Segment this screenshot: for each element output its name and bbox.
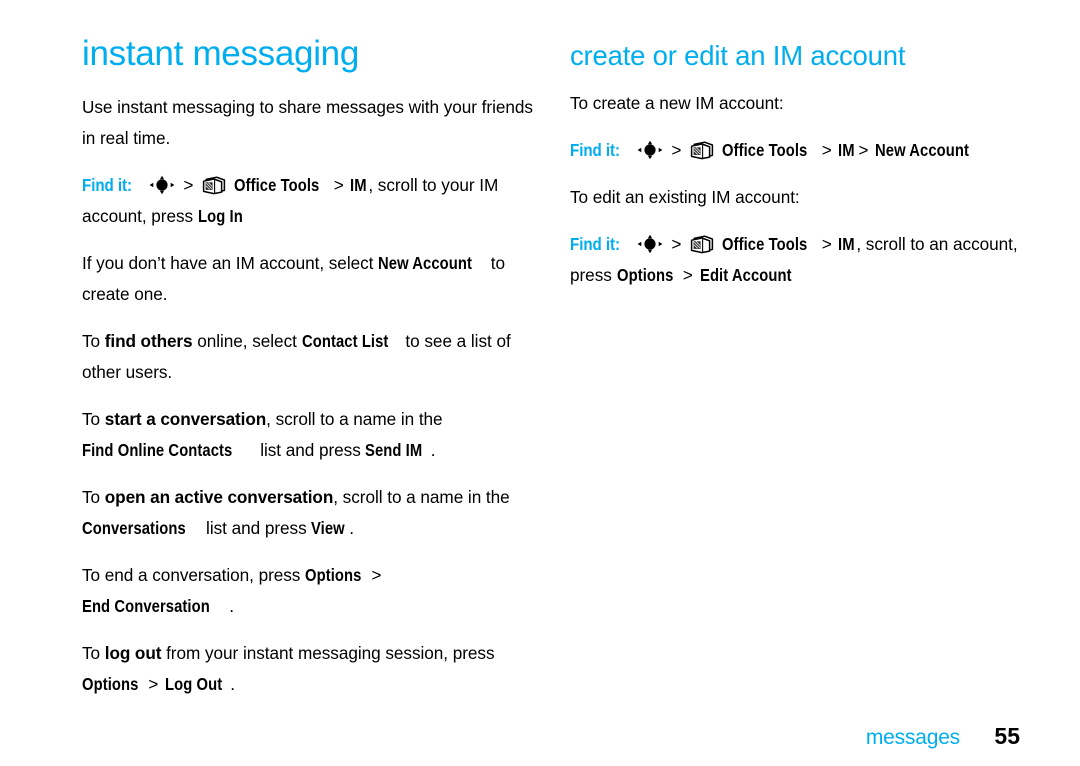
nav-key-icon [637, 234, 663, 254]
find-it-label: Find it: [570, 234, 621, 254]
body-text: . [349, 518, 354, 538]
breadcrumb-separator: > [821, 234, 832, 254]
nav-key-icon [637, 140, 663, 160]
ui-element-name: Find Online Contacts [82, 440, 233, 460]
ui-element-name: Log In [197, 206, 243, 226]
ui-element-name: Office Tools [721, 234, 808, 254]
body-text: To edit an existing IM account: [570, 187, 800, 207]
breadcrumb-separator: > [821, 140, 832, 160]
emphasis-text: find others [104, 331, 193, 351]
body-text: . [229, 596, 235, 616]
paragraph-find-it-login: Find it: > Office Tools > IM, scroll to y… [82, 170, 534, 232]
office-tools-icon [690, 140, 714, 160]
page-title: instant messaging [82, 34, 360, 73]
body-text: list and press [255, 440, 366, 460]
emphasis-text: log out [104, 643, 162, 663]
body-text: To [82, 331, 105, 351]
ui-element-name: View [311, 518, 346, 538]
emphasis-text: open an active conversation [104, 487, 334, 507]
paragraph-start-conversation: To start a conversation, scroll to a nam… [82, 404, 534, 466]
paragraph-end-conversation: To end a conversation, press Options > En… [82, 560, 534, 622]
body-text: If you don’t have an IM account, select [82, 253, 379, 273]
body-text: , scroll to a name in the [333, 487, 510, 507]
ui-element-name: IM [838, 140, 856, 160]
footer-page-number: 55 [994, 723, 1020, 749]
body-text: list and press [201, 518, 312, 538]
ui-element-name: Options [616, 265, 673, 285]
body-text: To [82, 487, 105, 507]
footer-chapter-label: messages [865, 726, 960, 749]
ui-element-name: Options [305, 565, 362, 585]
ui-element-name: IM [838, 234, 856, 254]
find-it-label: Find it: [82, 175, 133, 195]
ui-element-name: Conversations [82, 518, 186, 538]
paragraph-create-intro: To create a new IM account: [570, 88, 1022, 119]
ui-element-name: Options [82, 674, 139, 694]
paragraph-find-others: To find others online, select Contact Li… [82, 326, 534, 388]
body-text: . [430, 440, 436, 460]
breadcrumb-separator: > [148, 674, 159, 694]
ui-element-name: Office Tools [721, 140, 808, 160]
body-text: , scroll to a name in the [266, 409, 443, 429]
paragraph-intro: Use instant messaging to share messages … [82, 92, 534, 154]
office-tools-icon [202, 175, 226, 195]
ui-element-name: Send IM [365, 440, 423, 460]
paragraph-find-it-edit-account: Find it: > Office Tools > IM, scroll to a… [570, 229, 1022, 291]
section-title: create or edit an IM account [570, 40, 906, 71]
left-column-body: Use instant messaging to share messages … [82, 92, 534, 700]
ui-element-name: New Account [378, 253, 473, 273]
paragraph-log-out: To log out from your instant messaging s… [82, 638, 534, 700]
body-text: To end a conversation, press [82, 565, 306, 585]
breadcrumb-separator: > [183, 175, 194, 195]
ui-element-name: Contact List [301, 331, 389, 351]
ui-element-name: Office Tools [233, 175, 320, 195]
ui-element-name: Log Out [164, 674, 223, 694]
page-footer: messages 55 [0, 710, 1080, 750]
body-text: To [82, 643, 105, 663]
paragraph-open-conversation: To open an active conversation, scroll t… [82, 482, 534, 544]
body-text: from your instant messaging session, pre… [161, 643, 495, 663]
breadcrumb-separator: > [858, 140, 869, 160]
body-text: Use instant messaging to share messages … [82, 97, 533, 148]
breadcrumb-separator: > [682, 265, 693, 285]
ui-element-name: End Conversation [82, 596, 210, 616]
breadcrumb-separator: > [333, 175, 344, 195]
ui-element-name: New Account [875, 140, 970, 160]
right-column-body: To create a new IM account: Find it: > Of… [570, 88, 1022, 291]
ui-element-name: IM [350, 175, 368, 195]
body-text: online, select [192, 331, 302, 351]
paragraph-edit-intro: To edit an existing IM account: [570, 182, 1022, 213]
ui-element-name: Edit Account [699, 265, 792, 285]
paragraph-find-it-new-account: Find it: > Office Tools > IM > New Account [570, 135, 1022, 166]
office-tools-icon [690, 234, 714, 254]
nav-key-icon [149, 175, 175, 195]
body-text: To create a new IM account: [570, 93, 784, 113]
manual-page: instant messaging Use instant messaging … [0, 0, 1080, 766]
body-text: . [230, 674, 235, 694]
find-it-label: Find it: [570, 140, 621, 160]
breadcrumb-separator: > [671, 140, 682, 160]
emphasis-text: start a conversation [104, 409, 267, 429]
body-text: To [82, 409, 105, 429]
paragraph-new-account: If you don’t have an IM account, select … [82, 248, 534, 310]
breadcrumb-separator: > [371, 565, 382, 585]
breadcrumb-separator: > [671, 234, 682, 254]
